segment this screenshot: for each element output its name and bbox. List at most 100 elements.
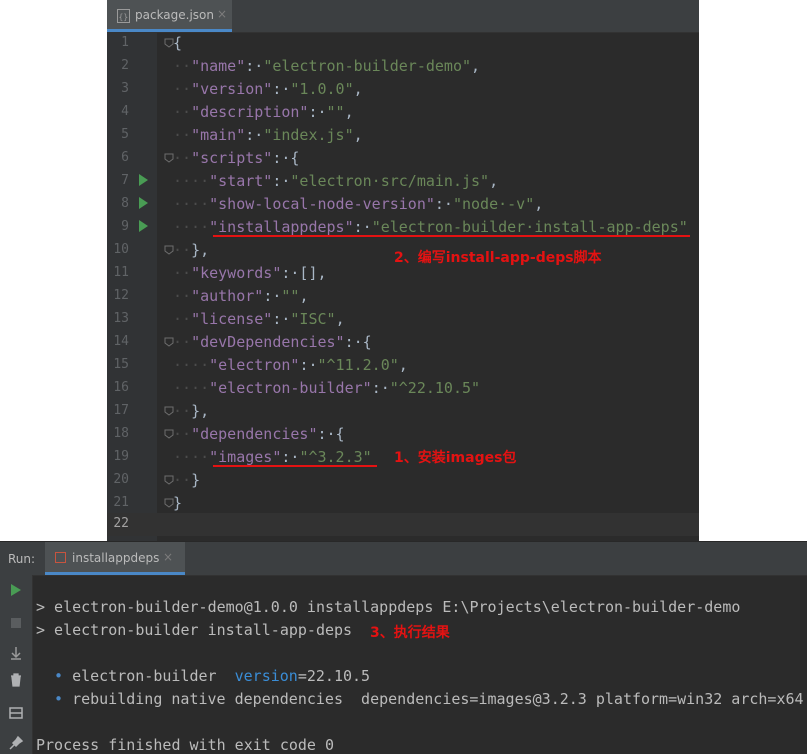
code-line: ··"version":·"1.0.0", bbox=[173, 78, 363, 101]
annotation-underline bbox=[213, 465, 377, 467]
trash-icon[interactable] bbox=[8, 672, 24, 688]
line-number: 7 bbox=[121, 173, 129, 188]
run-script-icon[interactable] bbox=[139, 174, 148, 186]
bullet-icon: • bbox=[54, 667, 64, 685]
run-script-icon[interactable] bbox=[139, 197, 148, 209]
annotation-step2: 2、编写install-app-deps脚本 bbox=[394, 250, 602, 266]
line-number: 6 bbox=[121, 150, 129, 165]
pin-icon[interactable] bbox=[8, 735, 24, 751]
whitespace-marker: ···· bbox=[173, 218, 210, 236]
line-number: 19 bbox=[113, 449, 129, 464]
json-string: "" bbox=[326, 103, 345, 121]
line-number: 1 bbox=[121, 35, 129, 50]
json-key: "version" bbox=[191, 80, 273, 98]
line-number: 12 bbox=[113, 288, 129, 303]
whitespace-marker: ·· bbox=[173, 471, 192, 489]
json-punctuation: :·{ bbox=[317, 425, 345, 443]
json-punctuation: , bbox=[534, 195, 544, 213]
json-punctuation: :· bbox=[272, 310, 291, 328]
line-number: 18 bbox=[113, 426, 129, 441]
json-punctuation: , bbox=[344, 103, 354, 121]
code-line: ··"name":·"electron-builder-demo", bbox=[173, 55, 480, 78]
json-string: "electron-builder·install-app-deps" bbox=[371, 218, 688, 236]
whitespace-marker: ···· bbox=[173, 379, 210, 397]
whitespace-marker: ···· bbox=[173, 356, 210, 374]
npm-icon bbox=[55, 552, 66, 563]
line-number: 14 bbox=[113, 334, 129, 349]
json-key: "description" bbox=[191, 103, 309, 121]
tab-package-json[interactable]: {} package.json × bbox=[107, 0, 232, 32]
json-punctuation: , bbox=[299, 287, 309, 305]
code-line: ··}, bbox=[173, 400, 209, 423]
run-header: Run: installappdeps × bbox=[0, 541, 807, 576]
json-key: "show-local-node-version" bbox=[209, 195, 435, 213]
tab-label: package.json bbox=[135, 8, 215, 22]
json-punctuation: } bbox=[173, 494, 183, 512]
json-string: "^11.2.0" bbox=[317, 356, 399, 374]
json-punctuation: :· bbox=[245, 57, 264, 75]
run-tool-window: Run: installappdeps × > electron-builder… bbox=[0, 541, 807, 754]
line-number: 16 bbox=[113, 380, 129, 395]
run-script-icon[interactable] bbox=[139, 220, 148, 232]
json-punctuation: :·[], bbox=[281, 264, 327, 282]
json-key: "electron" bbox=[209, 356, 300, 374]
json-string: "node·-v" bbox=[452, 195, 535, 213]
whitespace-marker: ···· bbox=[173, 448, 210, 466]
json-punctuation: , bbox=[471, 57, 481, 75]
stop-icon[interactable] bbox=[8, 615, 24, 631]
json-punctuation: { bbox=[173, 34, 183, 52]
whitespace-marker: ·· bbox=[173, 241, 192, 259]
rerun-icon[interactable] bbox=[8, 582, 24, 598]
output-line: > electron-builder install-app-deps bbox=[36, 621, 353, 639]
line-number: 8 bbox=[121, 196, 129, 211]
whitespace-marker: ·· bbox=[173, 264, 192, 282]
whitespace-marker: ·· bbox=[173, 57, 192, 75]
json-punctuation: :· bbox=[371, 379, 390, 397]
code-line: ····"electron":·"^11.2.0", bbox=[173, 354, 408, 377]
line-number: 4 bbox=[121, 104, 129, 119]
json-punctuation: , bbox=[353, 80, 363, 98]
json-key: "name" bbox=[191, 57, 246, 75]
line-number: 13 bbox=[113, 311, 129, 326]
json-string: "1.0.0" bbox=[290, 80, 354, 98]
line-number: 2 bbox=[121, 58, 129, 73]
json-string: "electron-builder-demo" bbox=[263, 57, 472, 75]
scroll-to-end-icon[interactable] bbox=[8, 645, 24, 661]
code-line: } bbox=[173, 492, 182, 515]
fold-marker-icon[interactable] bbox=[164, 245, 174, 255]
run-tab-close-icon[interactable]: × bbox=[163, 550, 173, 564]
json-punctuation: :· bbox=[308, 103, 327, 121]
fold-marker-icon[interactable] bbox=[164, 337, 174, 347]
json-string: "^3.2.3" bbox=[299, 448, 372, 466]
json-key: "author" bbox=[191, 287, 264, 305]
whitespace-marker: ·· bbox=[173, 310, 192, 328]
whitespace-marker: ·· bbox=[173, 80, 192, 98]
json-key: "start" bbox=[209, 172, 273, 190]
code-line: ····"show-local-node-version":·"node·-v"… bbox=[173, 193, 543, 216]
run-tab-installappdeps[interactable]: installappdeps × bbox=[45, 542, 185, 575]
fold-marker-icon[interactable] bbox=[164, 429, 174, 439]
json-punctuation: }, bbox=[191, 402, 210, 420]
whitespace-marker: ·· bbox=[173, 402, 192, 420]
line-number: 3 bbox=[121, 81, 129, 96]
layout-icon[interactable] bbox=[8, 705, 24, 721]
output-line: • electron-builder version=22.10.5 bbox=[54, 667, 370, 685]
fold-marker-icon[interactable] bbox=[164, 38, 174, 48]
json-key: "license" bbox=[191, 310, 273, 328]
line-number: 11 bbox=[113, 265, 129, 280]
code-line: ··"dependencies":·{ bbox=[173, 423, 345, 446]
output-line: Process finished with exit code 0 bbox=[36, 736, 335, 754]
json-punctuation: :· bbox=[353, 218, 372, 236]
fold-marker-icon[interactable] bbox=[164, 498, 174, 508]
output-line: • rebuilding native dependencies depende… bbox=[54, 690, 804, 708]
fold-marker-icon[interactable] bbox=[164, 406, 174, 416]
tab-close-icon[interactable]: × bbox=[217, 7, 227, 21]
whitespace-marker: ·· bbox=[173, 149, 192, 167]
fold-marker-icon[interactable] bbox=[164, 475, 174, 485]
fold-marker-icon[interactable] bbox=[164, 153, 174, 163]
json-punctuation: }, bbox=[191, 241, 210, 259]
json-punctuation: :· bbox=[434, 195, 453, 213]
json-punctuation: :· bbox=[281, 448, 300, 466]
line-number: 5 bbox=[121, 127, 129, 142]
json-string: "^22.10.5" bbox=[389, 379, 481, 397]
